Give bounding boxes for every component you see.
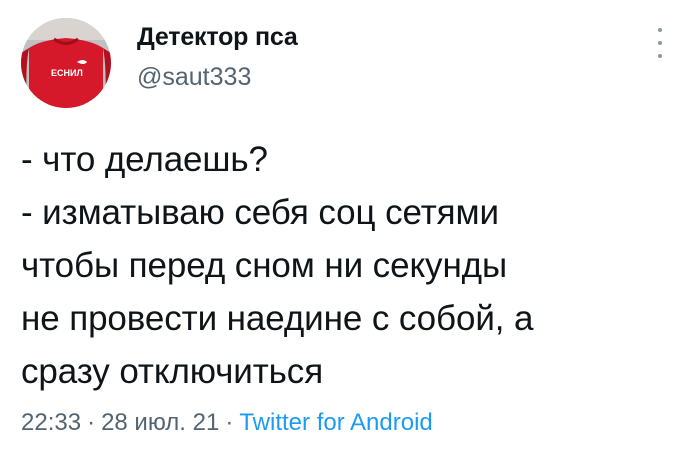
meta-separator: · (87, 409, 96, 436)
tweet-time[interactable]: 22:33 (21, 409, 81, 436)
tweet-date[interactable]: 28 июл. 21 (101, 409, 219, 436)
more-dot (658, 41, 662, 45)
tweet-text-line: - изматываю себя соц сетями (21, 193, 499, 232)
avatar-image: ЕСНИЛ (21, 18, 111, 108)
meta-separator: · (225, 409, 234, 436)
author-display-name[interactable]: Детектор пса (137, 22, 298, 52)
author-info: Детектор пса @saut333 (137, 22, 298, 92)
more-dot (658, 28, 662, 32)
tweet-meta: 22:33 · 28 июл. 21 · Twitter for Android (21, 408, 433, 438)
more-dot (658, 54, 662, 58)
avatar-shirt-text: ЕСНИЛ (51, 68, 83, 78)
more-vertical-icon[interactable] (654, 28, 666, 58)
tweet-text-line: не провести наедине с собой, а (21, 299, 534, 338)
tweet-text-line: сразу отключиться (21, 352, 324, 391)
tweet-source-link[interactable]: Twitter for Android (239, 409, 432, 436)
author-handle[interactable]: @saut333 (137, 62, 298, 92)
tweet: ЕСНИЛ Детектор пса @saut333 - что делаеш… (0, 0, 700, 452)
tweet-text-line: - что делаешь? (21, 140, 268, 179)
avatar[interactable]: ЕСНИЛ (21, 18, 111, 108)
tweet-text-line: чтобы перед сном ни секунды (21, 246, 508, 285)
tweet-text: - что делаешь? - изматываю себя соц сетя… (21, 133, 681, 398)
